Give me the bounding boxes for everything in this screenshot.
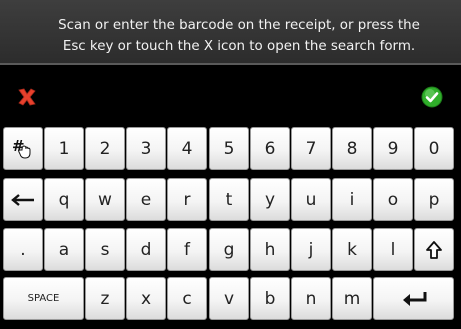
action-bar — [0, 67, 461, 125]
key-o[interactable]: o — [373, 178, 413, 221]
instruction-text: Scan or enter the barcode on the receipt… — [58, 18, 420, 54]
cancel-x-icon[interactable] — [16, 86, 38, 108]
key-label: s — [100, 239, 110, 260]
key-label: g — [223, 239, 235, 260]
key-label: d — [140, 239, 152, 260]
barcode-entry-screen: Scan or enter the barcode on the receipt… — [0, 0, 461, 329]
backspace-key[interactable] — [3, 178, 43, 221]
key-label: l — [390, 239, 396, 260]
key-q[interactable]: q — [44, 178, 84, 221]
key-label: i — [349, 189, 355, 210]
key-label: q — [58, 189, 70, 210]
key-period[interactable]: . — [3, 228, 43, 271]
key-label: k — [347, 239, 357, 260]
key-a[interactable]: a — [44, 228, 84, 271]
key-7[interactable]: 7 — [291, 127, 331, 170]
key-i[interactable]: i — [332, 178, 372, 221]
key-v[interactable]: v — [209, 277, 249, 320]
key-c[interactable]: c — [167, 277, 207, 320]
symbols-key[interactable]: # — [3, 127, 43, 170]
key-0[interactable]: 0 — [414, 127, 454, 170]
key-d[interactable]: d — [126, 228, 166, 271]
key-r[interactable]: r — [167, 178, 207, 221]
key-label: SPACE — [27, 293, 60, 304]
key-label: 2 — [99, 138, 111, 159]
key-label: c — [182, 288, 192, 309]
key-5[interactable]: 5 — [209, 127, 249, 170]
key-8[interactable]: 8 — [332, 127, 372, 170]
svg-text:#: # — [12, 137, 25, 155]
key-label: z — [100, 288, 110, 309]
key-label: y — [264, 189, 276, 210]
key-p[interactable]: p — [414, 178, 454, 221]
on-screen-keyboard: #1 2 3 4 5 6 7 8 9 0 q w e r t y u i o p. a s d f g h j k l SPACE z x c v… — [3, 127, 458, 325]
key-f[interactable]: f — [167, 228, 207, 271]
key-u[interactable]: u — [291, 178, 331, 221]
key-y[interactable]: y — [250, 178, 290, 221]
key-l[interactable]: l — [373, 228, 413, 271]
key-label: 8 — [346, 138, 358, 159]
key-1[interactable]: 1 — [44, 127, 84, 170]
key-b[interactable]: b — [250, 277, 290, 320]
key-label: 7 — [305, 138, 317, 159]
key-label: n — [305, 288, 317, 309]
key-s[interactable]: s — [85, 228, 125, 271]
key-label: 9 — [387, 138, 399, 159]
key-label: o — [387, 189, 399, 210]
shift-key[interactable] — [414, 228, 454, 271]
key-3[interactable]: 3 — [126, 127, 166, 170]
key-w[interactable]: w — [85, 178, 125, 221]
key-label: 6 — [264, 138, 276, 159]
key-label: t — [225, 189, 233, 210]
key-label: 0 — [428, 138, 440, 159]
key-2[interactable]: 2 — [85, 127, 125, 170]
key-n[interactable]: n — [291, 277, 331, 320]
key-label: 3 — [140, 138, 152, 159]
key-label: v — [223, 288, 235, 309]
key-label: . — [20, 239, 26, 260]
key-h[interactable]: h — [250, 228, 290, 271]
key-g[interactable]: g — [209, 228, 249, 271]
key-label: 1 — [58, 138, 70, 159]
key-9[interactable]: 9 — [373, 127, 413, 170]
instruction-banner: Scan or enter the barcode on the receipt… — [0, 0, 461, 65]
key-label: f — [184, 239, 190, 260]
key-j[interactable]: j — [291, 228, 331, 271]
key-label: x — [140, 288, 152, 309]
key-label: w — [98, 189, 112, 210]
key-6[interactable]: 6 — [250, 127, 290, 170]
key-label: r — [183, 189, 191, 210]
key-label: 5 — [223, 138, 235, 159]
key-label: e — [140, 189, 152, 210]
key-t[interactable]: t — [209, 178, 249, 221]
key-label: m — [343, 288, 361, 309]
key-label: 4 — [181, 138, 193, 159]
key-label: u — [305, 189, 317, 210]
key-e[interactable]: e — [126, 178, 166, 221]
key-label: p — [428, 189, 440, 210]
key-label: a — [58, 239, 70, 260]
space-key[interactable]: SPACE — [3, 277, 84, 320]
key-k[interactable]: k — [332, 228, 372, 271]
key-label: h — [264, 239, 276, 260]
key-m[interactable]: m — [332, 277, 372, 320]
key-x[interactable]: x — [126, 277, 166, 320]
key-label: b — [264, 288, 276, 309]
key-label: j — [308, 239, 314, 260]
key-z[interactable]: z — [85, 277, 125, 320]
key-4[interactable]: 4 — [167, 127, 207, 170]
confirm-check-icon[interactable] — [421, 86, 443, 108]
enter-key[interactable] — [373, 277, 454, 320]
